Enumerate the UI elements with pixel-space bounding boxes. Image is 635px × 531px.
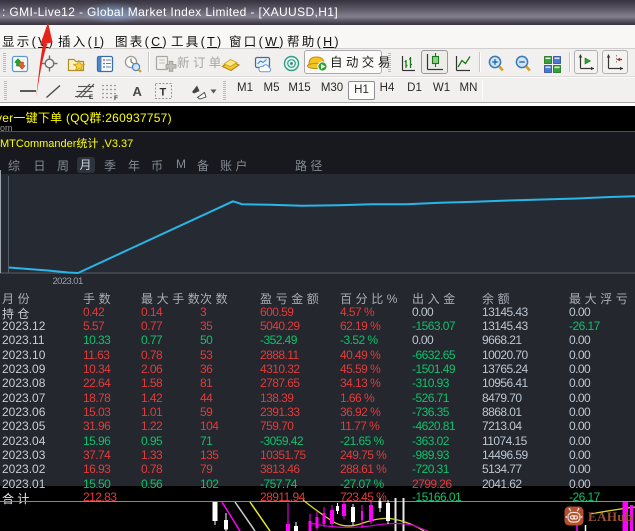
svg-text:E: E [89,94,94,101]
svg-text:自动交易: 自动交易 [330,55,394,70]
svg-text:T: T [160,87,167,99]
svg-text:A: A [133,84,143,99]
svg-text:F: F [114,95,118,102]
svg-text:新订单: 新订单 [177,55,225,70]
